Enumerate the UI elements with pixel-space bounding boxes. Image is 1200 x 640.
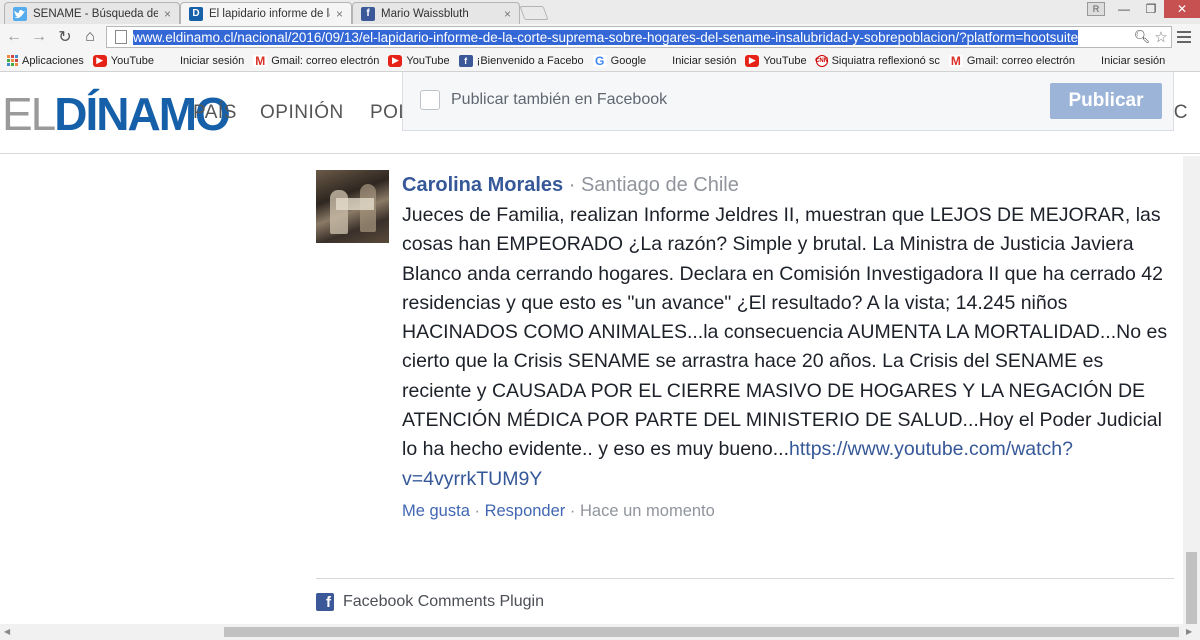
tab-eldinamo-article[interactable]: D El lapidario informe de la × (180, 2, 352, 24)
avatar[interactable] (316, 170, 389, 243)
profile-button[interactable]: R (1087, 2, 1105, 16)
bookmark-label: Siquiatra reflexionó sc (831, 54, 940, 67)
apps-grid-icon (6, 54, 18, 67)
reload-icon[interactable]: ↻ (55, 27, 75, 47)
new-tab-button[interactable] (519, 6, 549, 20)
eldinamo-icon: D (189, 6, 203, 21)
zoom-icon[interactable]: 🔍︎ (1133, 29, 1151, 45)
separator: · (569, 501, 576, 520)
page-viewport: ELDÍNAMO PAÍS OPINIÓN POL IC Publicar ta… (0, 72, 1200, 640)
browser-tab-strip: SENAME - Búsqueda de T × D El lapidario … (0, 0, 1200, 24)
youtube-icon: ▶ (388, 54, 403, 67)
tab-mario-waissbluth[interactable]: f Mario Waissbluth × (352, 2, 520, 24)
publish-on-facebook-label[interactable]: Publicar también en Facebook (451, 91, 667, 109)
minimize-icon[interactable]: — (1110, 0, 1138, 18)
tab-sename-search[interactable]: SENAME - Búsqueda de T × (4, 2, 180, 24)
separator: · (474, 501, 480, 520)
home-icon[interactable]: ⌂ (80, 27, 100, 47)
bookmark-label: Gmail: correo electrón (271, 54, 380, 67)
close-tab-icon[interactable]: × (164, 7, 171, 21)
twitter-icon (13, 6, 27, 21)
tab-title: Mario Waissbluth (381, 7, 469, 20)
microsoft-icon (163, 54, 176, 67)
youtube-icon: ▶ (92, 54, 107, 67)
bookmark-label: YouTube (406, 54, 450, 67)
comment-timestamp[interactable]: Hace un momento (580, 502, 715, 520)
bookmark-gmail[interactable]: M Gmail: correo electrón (948, 53, 1076, 68)
comment-header: Carolina Morales · Santiago de Chile (402, 170, 1172, 200)
bookmark-siquiatra[interactable]: CNN Siquiatra reflexionó sc (815, 54, 940, 67)
forward-arrow-icon[interactable]: → (29, 27, 49, 47)
reply-link[interactable]: Responder (485, 502, 566, 520)
facebook-comments-plugin-footer: f Facebook Comments Plugin (316, 578, 1174, 611)
facebook-icon: f (316, 593, 334, 611)
facebook-publish-box: Publicar también en Facebook Publicar (402, 72, 1174, 131)
bookmark-label: YouTube (763, 54, 807, 67)
tab-title: SENAME - Búsqueda de T (33, 7, 158, 20)
bookmark-facebook[interactable]: f ¡Bienvenido a Facebo (458, 54, 584, 67)
bookmark-gmail[interactable]: M Gmail: correo electrón (253, 53, 380, 68)
bookmark-youtube[interactable]: ▶ YouTube (92, 54, 154, 67)
scroll-left-arrow-icon[interactable]: ◀ (4, 627, 10, 636)
comment-location: Santiago de Chile (580, 174, 739, 196)
facebook-icon: f (361, 6, 375, 21)
plugin-label[interactable]: Facebook Comments Plugin (343, 593, 544, 611)
horizontal-scroll-thumb[interactable] (224, 627, 1179, 637)
publish-on-facebook-checkbox[interactable] (420, 90, 440, 110)
publish-button[interactable]: Publicar (1050, 83, 1162, 119)
nav-pais[interactable]: PAÍS (193, 102, 237, 124)
gmail-icon: M (948, 53, 963, 68)
vertical-scrollbar[interactable] (1183, 156, 1200, 624)
bookmark-label: YouTube (110, 54, 154, 67)
close-tab-icon[interactable]: × (336, 7, 343, 21)
vertical-scroll-thumb[interactable] (1186, 552, 1197, 624)
address-bar[interactable]: www.eldinamo.cl/nacional/2016/09/13/el-l… (106, 26, 1172, 48)
bookmark-label: Aplicaciones (22, 54, 84, 67)
bookmark-iniciar-sesion[interactable]: Iniciar sesión (163, 54, 244, 67)
bookmark-label: ¡Bienvenido a Facebo (476, 54, 584, 67)
page-info-icon[interactable] (115, 30, 127, 44)
horizontal-scrollbar[interactable]: ◀ ▶ (0, 624, 1200, 640)
bookmarks-bar: Aplicaciones ▶ YouTube Iniciar sesión M … (0, 50, 1200, 72)
microsoft-icon (655, 54, 668, 67)
tab-title: El lapidario informe de la (209, 7, 330, 20)
bookmark-google[interactable]: G Google (592, 54, 647, 68)
cnn-icon: CNN (815, 54, 828, 67)
google-icon: G (592, 54, 607, 68)
microsoft-icon (1084, 54, 1097, 67)
bookmark-youtube[interactable]: ▶ YouTube (745, 54, 807, 67)
comment-actions: Me gusta · Responder · Hace un momento (402, 502, 1172, 521)
youtube-icon: ▶ (745, 54, 760, 67)
back-arrow-icon[interactable]: ← (4, 27, 24, 47)
facebook-icon: f (458, 54, 473, 67)
bookmark-iniciar-sesion[interactable]: Iniciar sesión (655, 54, 736, 67)
comment-text-content: Jueces de Familia, realizan Informe Jeld… (402, 204, 1168, 461)
bookmark-label: Iniciar sesión (672, 54, 737, 67)
bookmark-star-icon[interactable]: ☆ (1151, 28, 1171, 46)
nav-opinion[interactable]: OPINIÓN (260, 102, 344, 124)
like-link[interactable]: Me gusta (402, 502, 470, 520)
bookmark-apps[interactable]: Aplicaciones (6, 55, 84, 67)
site-header: ELDÍNAMO PAÍS OPINIÓN POL IC Publicar ta… (0, 72, 1200, 154)
comment-author[interactable]: Carolina Morales (402, 174, 563, 196)
chrome-menu-icon[interactable] (1176, 29, 1192, 45)
comment-body: Carolina Morales · Santiago de Chile Jue… (402, 170, 1172, 521)
bookmark-label: Iniciar sesión (180, 54, 245, 67)
bookmark-iniciar-sesion[interactable]: Iniciar sesión (1084, 54, 1165, 67)
close-tab-icon[interactable]: × (504, 7, 511, 21)
bookmark-label: Iniciar sesión (1101, 54, 1166, 67)
bookmark-label: Gmail: correo electrón (966, 54, 1076, 67)
gmail-icon: M (253, 53, 268, 68)
url-text[interactable]: www.eldinamo.cl/nacional/2016/09/13/el-l… (133, 29, 1133, 45)
scroll-right-arrow-icon[interactable]: ▶ (1186, 627, 1192, 636)
separator: · (568, 174, 576, 196)
logo-prefix: EL (2, 88, 56, 140)
bookmark-label: Google (610, 54, 647, 67)
maximize-icon[interactable]: ❐ (1138, 0, 1164, 18)
browser-toolbar: ← → ↻ ⌂ www.eldinamo.cl/nacional/2016/09… (0, 24, 1200, 50)
window-close-icon[interactable]: ✕ (1164, 0, 1200, 18)
bookmark-youtube[interactable]: ▶ YouTube (388, 54, 450, 67)
comment-text: Jueces de Familia, realizan Informe Jeld… (402, 201, 1172, 494)
